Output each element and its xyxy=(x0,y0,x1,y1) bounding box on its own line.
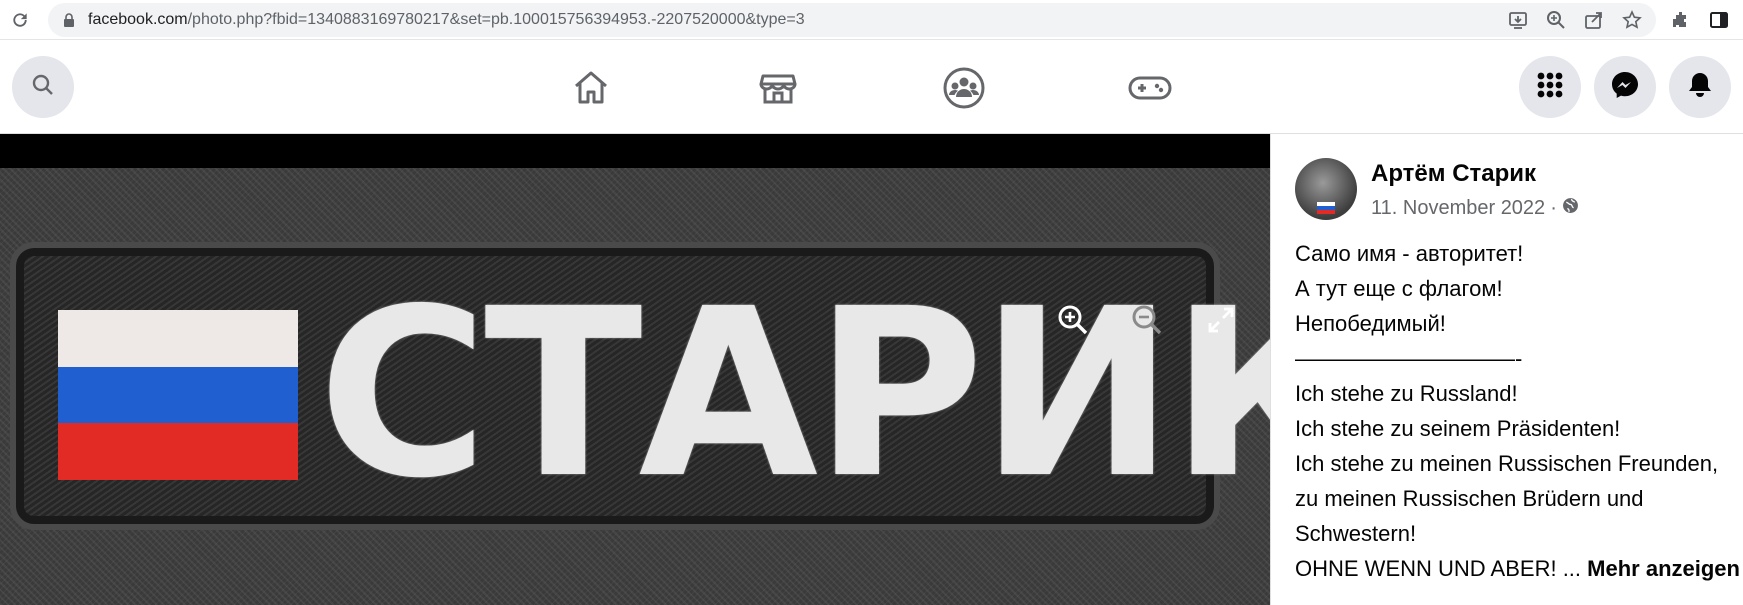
apps-grid-icon xyxy=(1536,71,1564,104)
avatar[interactable] xyxy=(1295,158,1357,220)
post-line: Непобедимый! xyxy=(1295,311,1446,336)
post-divider-line: ——————————- xyxy=(1295,346,1523,371)
facebook-top-nav xyxy=(0,41,1743,134)
post-line: Schwestern! xyxy=(1295,521,1417,546)
menu-button[interactable] xyxy=(1519,56,1581,118)
post-line: Само имя - авторитет! xyxy=(1295,241,1524,266)
search-button[interactable] xyxy=(12,56,74,118)
russian-flag-image xyxy=(58,310,298,480)
side-panel-icon[interactable] xyxy=(1707,8,1731,32)
fullscreen-icon[interactable] xyxy=(1203,302,1239,338)
post-details-panel: Артём Старик 11. November 2022 · Само им… xyxy=(1270,134,1743,605)
lock-icon[interactable] xyxy=(62,13,76,27)
groups-icon[interactable] xyxy=(942,66,986,110)
see-more-link[interactable]: Mehr anzeigen xyxy=(1587,556,1740,581)
post-line: Ich stehe zu Russland! xyxy=(1295,381,1518,406)
post-line: Ich stehe zu seinem Präsidenten! xyxy=(1295,416,1621,441)
post-date[interactable]: 11. November 2022 xyxy=(1371,197,1545,220)
url-domain: facebook.com xyxy=(88,11,188,28)
photo-viewer[interactable]: СТАРИК xyxy=(0,134,1270,605)
zoom-out-icon[interactable] xyxy=(1129,302,1165,338)
messenger-button[interactable] xyxy=(1594,56,1656,118)
post-meta: 11. November 2022 · xyxy=(1371,197,1579,220)
notifications-button[interactable] xyxy=(1669,56,1731,118)
gaming-icon[interactable] xyxy=(1128,66,1172,110)
zoom-in-icon[interactable] xyxy=(1055,302,1091,338)
install-app-icon[interactable] xyxy=(1506,8,1530,32)
post-message: Само имя - авторитет! А тут еще с флагом… xyxy=(1295,236,1743,586)
home-icon[interactable] xyxy=(569,66,613,110)
post-line: OHNE WENN UND ABER! ... xyxy=(1295,556,1582,581)
meta-separator: · xyxy=(1550,197,1557,219)
author-name[interactable]: Артём Старик xyxy=(1371,160,1536,188)
url-path: /photo.php?fbid=1340883169780217&set=pb.… xyxy=(187,11,805,28)
avatar-flag-icon xyxy=(1317,202,1335,214)
post-last-line: OHNE WENN UND ABER! ... Mehr anzeigen xyxy=(1295,551,1743,586)
post-line: zu meinen Russischen Brüdern und xyxy=(1295,486,1644,511)
post-line: Ich stehe zu meinen Russischen Freunden, xyxy=(1295,451,1719,476)
messenger-icon xyxy=(1610,70,1640,105)
post-line: А тут еще с флагом! xyxy=(1295,276,1503,301)
marketplace-icon[interactable] xyxy=(756,66,800,110)
globe-icon[interactable] xyxy=(1562,197,1579,220)
extensions-icon[interactable] xyxy=(1669,8,1693,32)
bookmark-star-icon[interactable] xyxy=(1620,8,1644,32)
url-text[interactable]: facebook.com/photo.php?fbid=134088316978… xyxy=(88,11,805,29)
reload-icon[interactable] xyxy=(8,8,32,32)
search-icon xyxy=(31,73,55,102)
zoom-icon[interactable] xyxy=(1544,8,1568,32)
bell-icon xyxy=(1687,71,1713,104)
browser-toolbar: facebook.com/photo.php?fbid=134088316978… xyxy=(0,0,1743,40)
address-bar[interactable]: facebook.com/photo.php?fbid=134088316978… xyxy=(48,3,1656,37)
share-icon[interactable] xyxy=(1582,8,1606,32)
